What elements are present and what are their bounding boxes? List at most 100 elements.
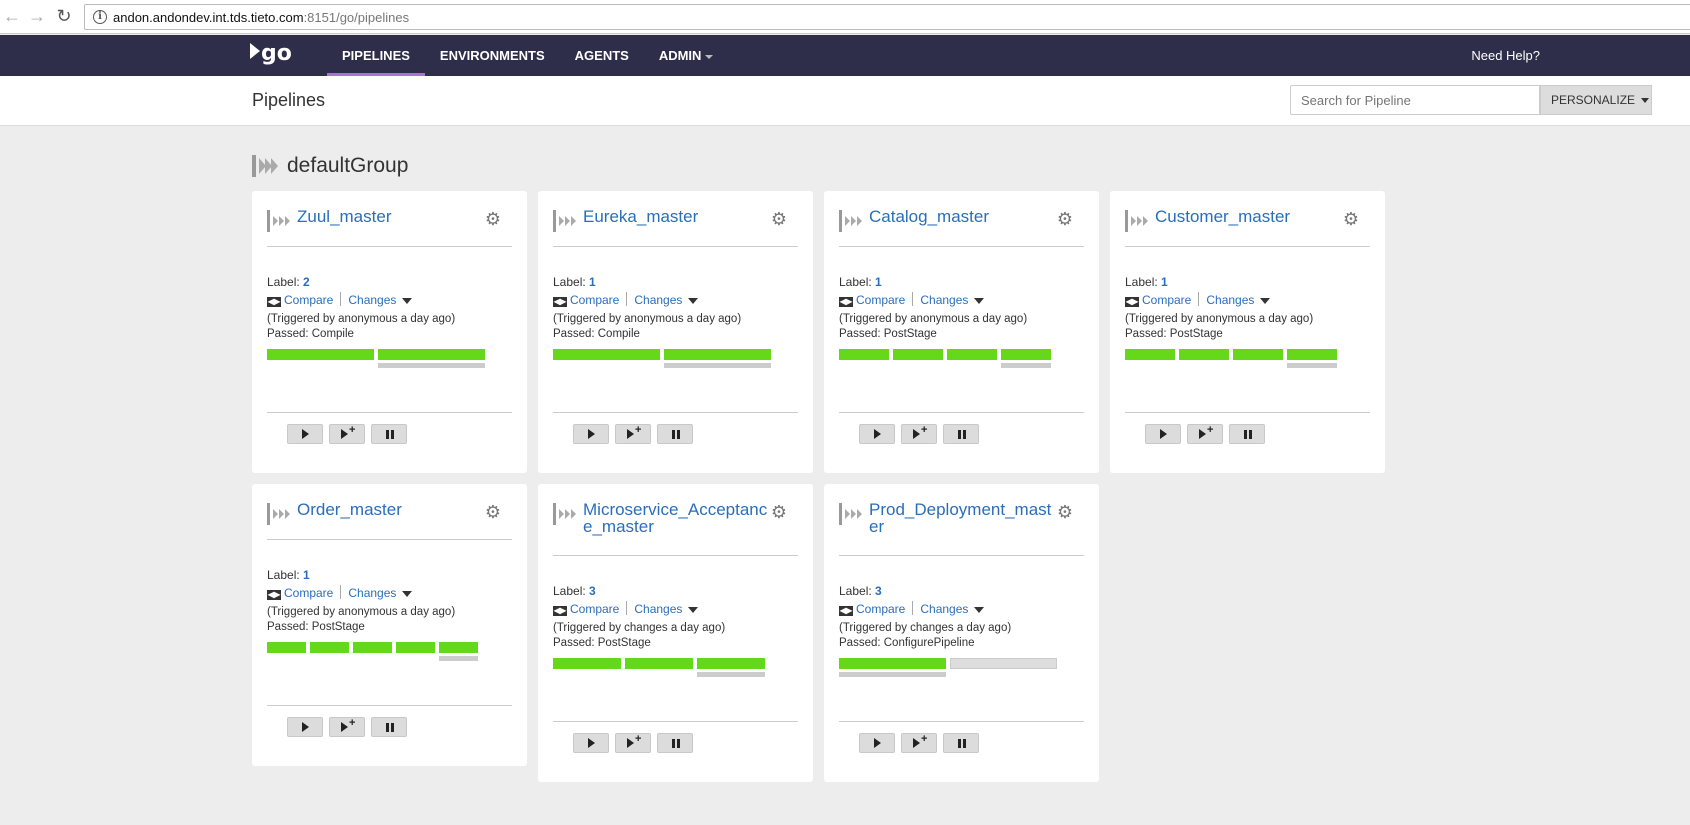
trigger-with-options-button[interactable]: +: [329, 424, 365, 444]
stage-bar[interactable]: [353, 642, 392, 653]
compare-link[interactable]: Compare: [570, 602, 619, 616]
pause-button[interactable]: [1229, 424, 1265, 444]
changes-link[interactable]: Changes: [1206, 293, 1254, 307]
info-icon[interactable]: i: [93, 10, 107, 24]
stage-history-bar[interactable]: [664, 363, 771, 368]
trigger-with-options-button[interactable]: +: [329, 717, 365, 737]
pause-button[interactable]: [657, 733, 693, 753]
trigger-with-options-button[interactable]: +: [615, 733, 651, 753]
trigger-button[interactable]: [859, 733, 895, 753]
stage-bar[interactable]: [839, 658, 946, 669]
changes-link[interactable]: Changes: [920, 293, 968, 307]
trigger-button[interactable]: [573, 733, 609, 753]
pipeline-name-link[interactable]: Order_master: [297, 501, 487, 518]
need-help-link[interactable]: Need Help?: [1471, 48, 1540, 63]
label-value-link[interactable]: 1: [1161, 275, 1168, 289]
trigger-button[interactable]: [1145, 424, 1181, 444]
go-logo[interactable]: go: [250, 42, 292, 66]
compare-link[interactable]: Compare: [284, 293, 333, 307]
pause-button[interactable]: [657, 424, 693, 444]
stage-bar[interactable]: [1125, 349, 1175, 360]
caret-down-icon[interactable]: [1260, 298, 1271, 304]
stage-history-bar[interactable]: [1001, 363, 1051, 368]
settings-gear-icon[interactable]: ⚙: [1057, 503, 1073, 521]
stage-history-bar[interactable]: [697, 672, 765, 677]
back-icon[interactable]: ←: [2, 6, 22, 26]
address-bar[interactable]: i andon.andondev.int.tds.tieto.com:8151/…: [84, 4, 1690, 30]
stage-bar[interactable]: [267, 642, 306, 653]
compare-link[interactable]: Compare: [856, 602, 905, 616]
stage-bar[interactable]: [439, 642, 478, 653]
trigger-button[interactable]: [859, 424, 895, 444]
personalize-button[interactable]: PERSONALIZE: [1540, 85, 1652, 115]
stage-history-bar[interactable]: [1287, 363, 1337, 368]
stage-bar[interactable]: [893, 349, 943, 360]
compare-link[interactable]: Compare: [284, 586, 333, 600]
trigger-with-options-button[interactable]: +: [901, 733, 937, 753]
changes-link[interactable]: Changes: [348, 293, 396, 307]
caret-down-icon[interactable]: [402, 298, 413, 304]
pause-button[interactable]: [371, 424, 407, 444]
pipeline-search-input[interactable]: [1290, 85, 1540, 115]
caret-down-icon[interactable]: [974, 298, 985, 304]
compare-link[interactable]: Compare: [1142, 293, 1191, 307]
settings-gear-icon[interactable]: ⚙: [771, 503, 787, 521]
label-value-link[interactable]: 3: [875, 584, 882, 598]
stage-bar[interactable]: [553, 658, 621, 669]
stage-bar[interactable]: [1001, 349, 1051, 360]
stage-bar[interactable]: [310, 642, 349, 653]
stage-bar[interactable]: [947, 349, 997, 360]
stage-bar[interactable]: [553, 349, 660, 360]
caret-down-icon[interactable]: [688, 607, 699, 613]
compare-link[interactable]: Compare: [570, 293, 619, 307]
pause-button[interactable]: [943, 424, 979, 444]
stage-bar[interactable]: [697, 658, 765, 669]
nav-pipelines[interactable]: PIPELINES: [327, 35, 425, 76]
trigger-with-options-button[interactable]: +: [1187, 424, 1223, 444]
stage-bar[interactable]: [1287, 349, 1337, 360]
trigger-button[interactable]: [287, 424, 323, 444]
pipeline-name-link[interactable]: Zuul_master: [297, 208, 487, 225]
trigger-button[interactable]: [573, 424, 609, 444]
pipeline-name-link[interactable]: Catalog_master: [869, 208, 1059, 225]
pipeline-name-link[interactable]: Customer_master: [1155, 208, 1345, 225]
trigger-with-options-button[interactable]: +: [901, 424, 937, 444]
label-value-link[interactable]: 1: [875, 275, 882, 289]
stage-history-bar[interactable]: [839, 672, 946, 677]
label-value-link[interactable]: 1: [303, 568, 310, 582]
stage-bar[interactable]: [1179, 349, 1229, 360]
reload-icon[interactable]: ↻: [54, 6, 74, 26]
stage-bar[interactable]: [396, 642, 435, 653]
nav-environments[interactable]: ENVIRONMENTS: [425, 35, 560, 76]
settings-gear-icon[interactable]: ⚙: [485, 503, 501, 521]
label-value-link[interactable]: 3: [589, 584, 596, 598]
label-value-link[interactable]: 2: [303, 275, 310, 289]
stage-history-bar[interactable]: [439, 656, 478, 661]
stage-history-bar[interactable]: [378, 363, 485, 368]
stage-bar[interactable]: [625, 658, 693, 669]
changes-link[interactable]: Changes: [920, 602, 968, 616]
stage-bar[interactable]: [378, 349, 485, 360]
settings-gear-icon[interactable]: ⚙: [1343, 210, 1359, 228]
settings-gear-icon[interactable]: ⚙: [771, 210, 787, 228]
nav-admin[interactable]: ADMIN: [644, 35, 729, 76]
compare-link[interactable]: Compare: [856, 293, 905, 307]
trigger-button[interactable]: [287, 717, 323, 737]
forward-icon[interactable]: →: [27, 6, 47, 26]
stage-bar[interactable]: [1233, 349, 1283, 360]
caret-down-icon[interactable]: [974, 607, 985, 613]
caret-down-icon[interactable]: [402, 591, 413, 597]
caret-down-icon[interactable]: [688, 298, 699, 304]
settings-gear-icon[interactable]: ⚙: [485, 210, 501, 228]
stage-bar[interactable]: [950, 658, 1057, 669]
label-value-link[interactable]: 1: [589, 275, 596, 289]
pipeline-name-link[interactable]: Eureka_master: [583, 208, 773, 225]
stage-bar[interactable]: [267, 349, 374, 360]
stage-bar[interactable]: [839, 349, 889, 360]
trigger-with-options-button[interactable]: +: [615, 424, 651, 444]
changes-link[interactable]: Changes: [634, 602, 682, 616]
pause-button[interactable]: [943, 733, 979, 753]
settings-gear-icon[interactable]: ⚙: [1057, 210, 1073, 228]
nav-agents[interactable]: AGENTS: [560, 35, 644, 76]
changes-link[interactable]: Changes: [634, 293, 682, 307]
